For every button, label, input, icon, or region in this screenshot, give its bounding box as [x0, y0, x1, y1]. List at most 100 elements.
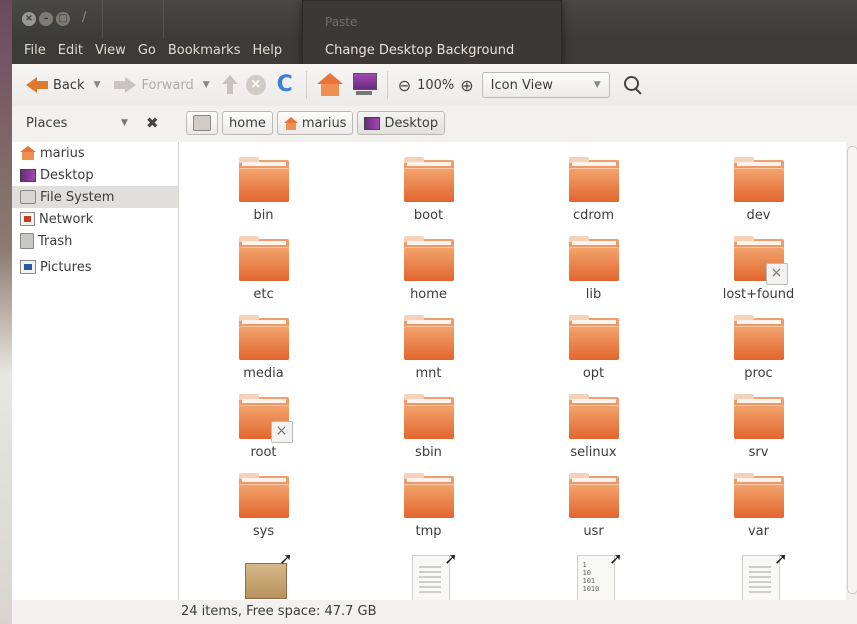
menu-help[interactable]: Help [246, 38, 288, 64]
search-icon[interactable] [623, 76, 642, 94]
folder-icon [238, 236, 289, 281]
maximize-window-button[interactable]: □ [56, 12, 70, 26]
view-mode-select[interactable]: Icon View ▼ [481, 72, 610, 98]
file-item[interactable]: etc [181, 231, 346, 310]
zoom-in-icon[interactable]: ⊕ [460, 76, 473, 95]
file-name: sys [252, 524, 275, 539]
sidebar-item-desktop[interactable]: Desktop [12, 164, 178, 186]
folder-icon [238, 315, 289, 360]
folder-icon [403, 157, 454, 202]
folder-icon: × [238, 394, 293, 443]
symlink-arrow-icon: ➚ [609, 549, 623, 568]
file-grid: bin boot cdrom dev etc home lib × lost+found medi… [181, 152, 841, 600]
sidebar-item-trash[interactable]: Trash [12, 230, 178, 252]
file-item[interactable]: 1 10 101 1010 ➚ [511, 547, 676, 600]
menu-view[interactable]: View [89, 38, 132, 64]
breadcrumb: home marius Desktop [186, 111, 446, 135]
sidebar-item-label: File System [40, 189, 115, 205]
file-item[interactable]: sbin [346, 389, 511, 468]
places-chevron-down-icon[interactable]: ▼ [121, 118, 128, 128]
file-name: dev [746, 208, 771, 223]
file-item[interactable]: selinux [511, 389, 676, 468]
no-access-icon: × [765, 263, 788, 285]
forward-label: Forward [141, 77, 194, 93]
file-item[interactable]: mnt [346, 310, 511, 389]
file-item[interactable]: dev [676, 152, 841, 231]
file-item[interactable]: boot [346, 152, 511, 231]
stop-button[interactable]: × [242, 70, 270, 100]
places-dropdown-label[interactable]: Places [26, 116, 67, 131]
network-icon [20, 212, 35, 226]
menu-file[interactable]: File [12, 38, 52, 64]
symlink-arrow-icon: ➚ [774, 549, 788, 568]
file-name: root [250, 445, 277, 460]
up-arrow-icon [221, 75, 238, 95]
file-item[interactable]: × root [181, 389, 346, 468]
sidebar-item-label: Trash [38, 233, 73, 249]
file-item[interactable]: ➚ [346, 547, 511, 600]
close-window-button[interactable]: × [22, 12, 36, 26]
file-item[interactable]: srv [676, 389, 841, 468]
minimize-window-button[interactable]: – [39, 12, 53, 26]
folder-icon [238, 473, 289, 518]
zoom-out-icon[interactable]: ⊖ [398, 76, 411, 95]
file-item[interactable]: lib [511, 231, 676, 310]
file-item[interactable]: tmp [346, 468, 511, 547]
forward-button[interactable]: Forward ▼ [110, 70, 213, 100]
up-button[interactable] [218, 70, 242, 100]
scrollbar-thumb[interactable] [847, 146, 857, 594]
no-access-icon: × [270, 421, 293, 443]
sidebar-item-file-system[interactable]: File System [12, 186, 178, 208]
home-icon [316, 73, 343, 97]
folder-icon [568, 157, 619, 202]
breadcrumb-root[interactable] [186, 111, 218, 135]
breadcrumb-desktop-label: Desktop [384, 115, 439, 131]
file-name: sbin [415, 445, 442, 460]
file-icon-view[interactable]: bin boot cdrom dev etc home lib × lost+found medi… [179, 142, 846, 600]
file-item[interactable]: × lost+found [676, 231, 841, 310]
reload-button[interactable]: C [270, 70, 300, 100]
context-menu-change-background[interactable]: Change Desktop Background [325, 43, 514, 58]
symlink-arrow-icon: ➚ [279, 549, 293, 568]
window-controls: × – □ [22, 12, 70, 26]
file-item[interactable]: ➚ [181, 547, 346, 600]
menu-go[interactable]: Go [132, 38, 162, 64]
computer-icon [351, 73, 377, 97]
file-item[interactable]: sys [181, 468, 346, 547]
file-item[interactable]: cdrom [511, 152, 676, 231]
view-mode-value: Icon View [490, 77, 553, 93]
close-sidebar-icon[interactable]: ✖ [146, 114, 159, 132]
file-item[interactable]: bin [181, 152, 346, 231]
file-name: etc [253, 287, 274, 302]
breadcrumb-home[interactable]: home [222, 111, 273, 135]
home-button[interactable] [313, 70, 347, 100]
folder-icon [568, 473, 619, 518]
sidebar-item-pictures[interactable]: Pictures [12, 256, 178, 278]
file-item[interactable]: home [346, 231, 511, 310]
file-item[interactable]: media [181, 310, 346, 389]
forward-history-dropdown-icon[interactable]: ▼ [203, 80, 210, 90]
file-name: bin [253, 208, 274, 223]
file-item[interactable]: proc [676, 310, 841, 389]
vertical-scrollbar[interactable] [846, 142, 857, 600]
file-item[interactable]: usr [511, 468, 676, 547]
file-item[interactable]: ➚ [676, 547, 841, 600]
text-file-icon: ➚ [408, 549, 458, 600]
menu-edit[interactable]: Edit [52, 38, 89, 64]
menu-bookmarks[interactable]: Bookmarks [162, 38, 247, 64]
context-menu-paste[interactable]: Paste [325, 15, 357, 29]
back-history-dropdown-icon[interactable]: ▼ [94, 80, 101, 90]
breadcrumb-desktop[interactable]: Desktop [357, 111, 446, 135]
folder-icon [568, 394, 619, 439]
folder-icon [403, 315, 454, 360]
sidebar-item-network[interactable]: Network [12, 208, 178, 230]
computer-button[interactable] [347, 70, 381, 100]
sidebar-item-marius[interactable]: marius [12, 142, 178, 164]
breadcrumb-marius[interactable]: marius [276, 111, 354, 135]
file-item[interactable]: opt [511, 310, 676, 389]
stop-icon: × [245, 75, 266, 95]
file-name: home [410, 287, 447, 302]
back-button[interactable]: Back ▼ [22, 70, 104, 100]
binary-glyph: 1 10 101 1010 [582, 561, 600, 593]
file-item[interactable]: var [676, 468, 841, 547]
